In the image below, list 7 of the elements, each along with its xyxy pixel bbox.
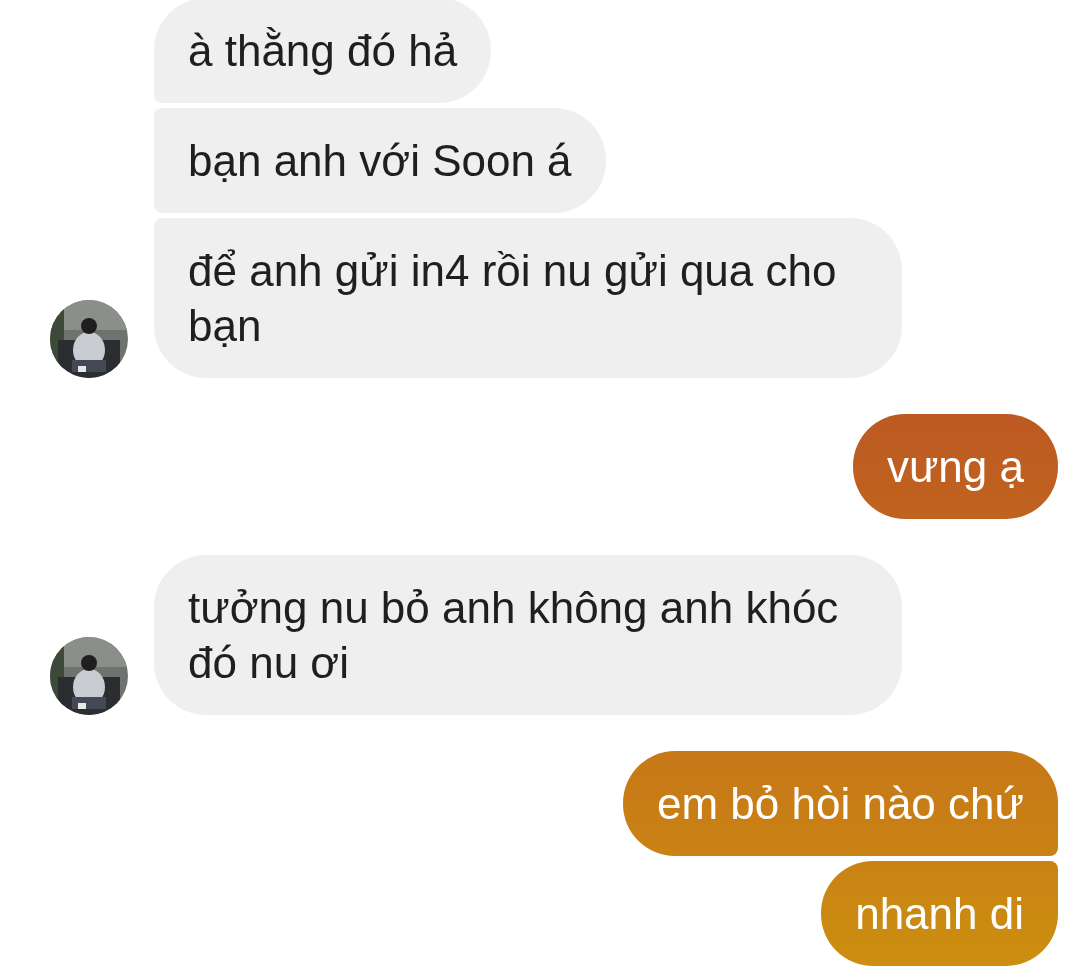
received-message: tưởng nu bỏ anh không anh khóc đó nu ơi <box>154 555 902 715</box>
received-message: à thằng đó hả <box>154 0 492 103</box>
sent-message: vưng ạ <box>852 414 1058 519</box>
sent-message: nhanh di <box>821 861 1058 966</box>
sent-message: em bỏ hòi nào chứ <box>622 751 1058 856</box>
received-message: bạn anh với Soon á <box>154 108 606 213</box>
received-message: để anh gửi in4 rồi nu gửi qua cho bạn <box>154 218 902 378</box>
